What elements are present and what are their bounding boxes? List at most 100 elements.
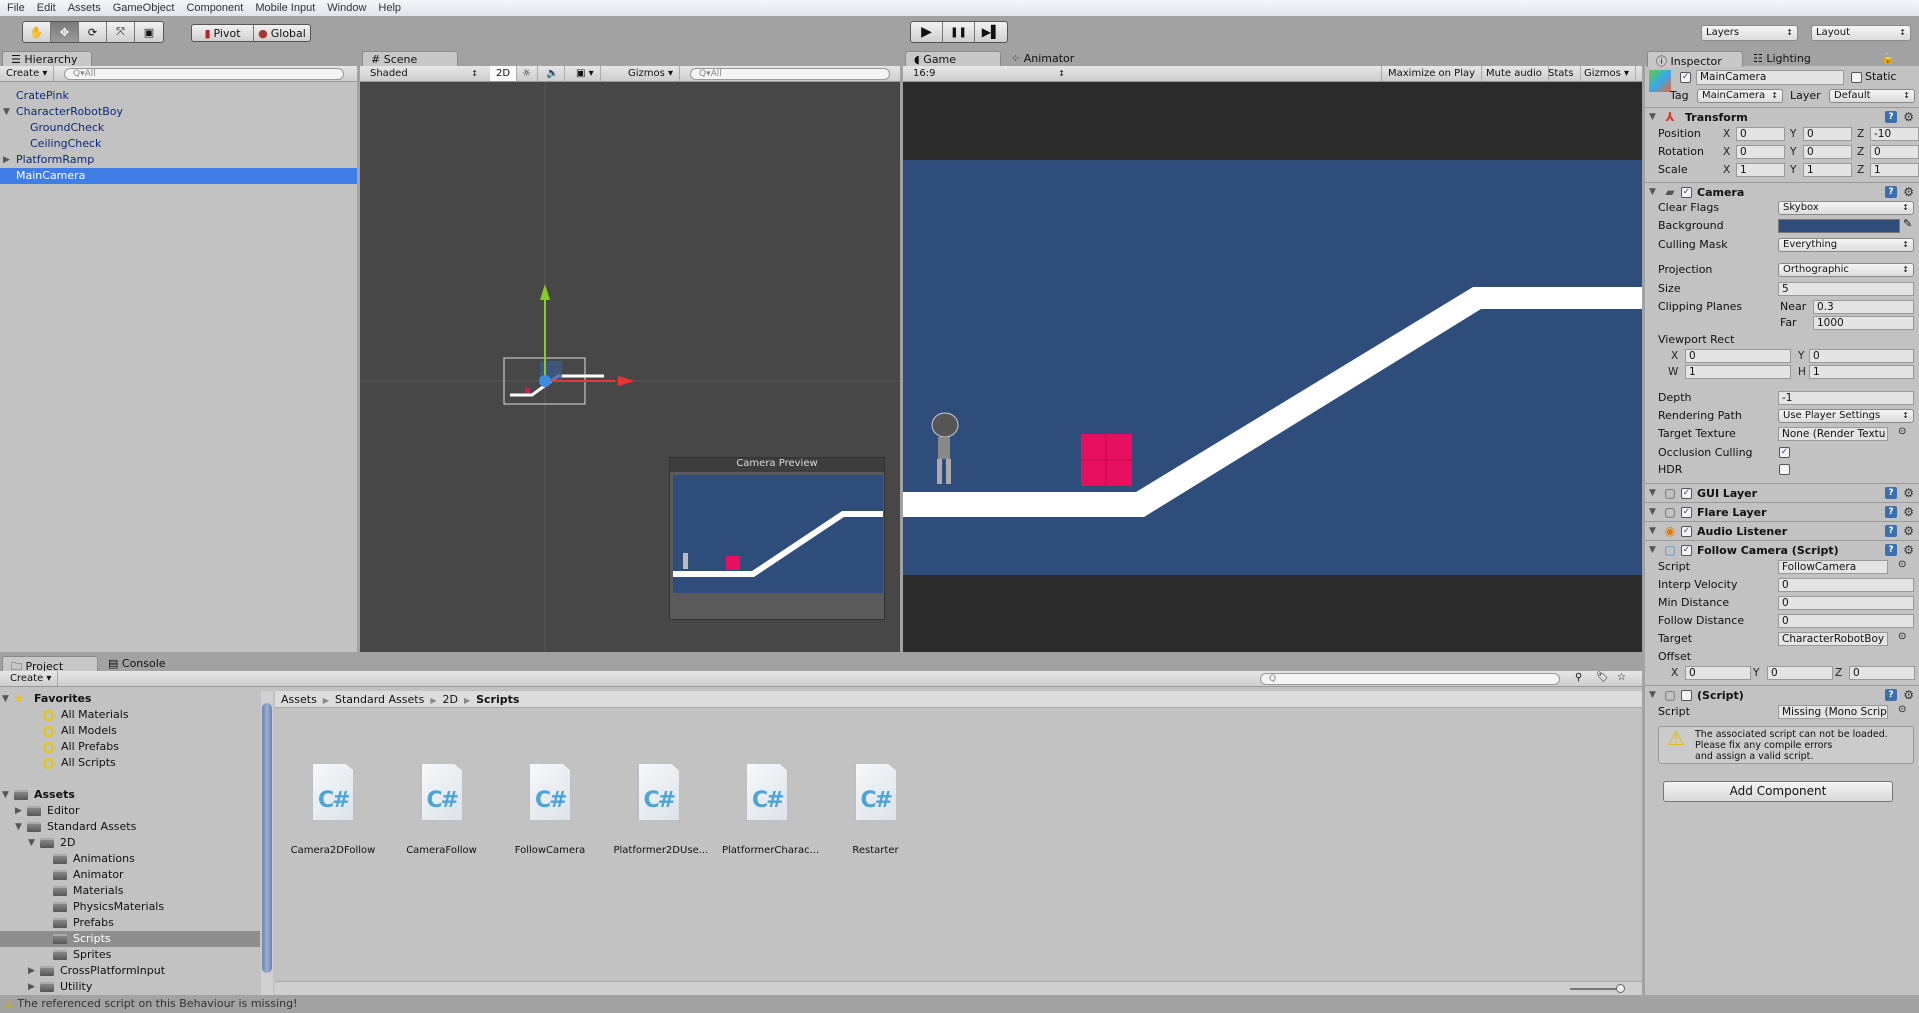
help-icon[interactable]: ? [1885, 544, 1897, 556]
object-picker-icon[interactable]: ⊙ [1898, 559, 1906, 570]
missing-script-field[interactable]: Missing (Mono Script [1778, 705, 1888, 719]
project-tree-item[interactable]: Scripts [0, 931, 260, 947]
foldout-arrow-icon[interactable]: ▼ [1649, 183, 1656, 202]
tab-game[interactable]: ◖ Game [905, 51, 1001, 67]
filter-by-type-icon[interactable]: ⚲ [1575, 672, 1582, 683]
eyedropper-icon[interactable]: ✎ [1903, 217, 1912, 230]
component-follow-camera[interactable]: ▼ ▢ ✓ Follow Camera (Script)? ⚙ [1645, 540, 1919, 559]
menu-gameobject[interactable]: GameObject [113, 2, 175, 14]
viewport-h-field[interactable]: 1 [1809, 365, 1914, 379]
script-asset[interactable]: C# Camera2DFollow [288, 763, 378, 856]
stats-toggle[interactable]: Stats [1542, 66, 1581, 81]
help-icon[interactable]: ? [1885, 111, 1897, 123]
project-tree-item[interactable]: Animator [0, 867, 260, 883]
collapsed-arrow-icon[interactable]: ▶ [3, 152, 10, 168]
gear-icon[interactable]: ⚙ [1903, 183, 1914, 202]
expanded-arrow-icon[interactable]: ▼ [3, 104, 10, 120]
foldout-arrow-icon[interactable]: ▼ [1649, 686, 1656, 705]
occlusion-culling-checkbox[interactable]: ✓ [1779, 447, 1790, 458]
gizmos-dropdown[interactable]: Gizmos ▾ [622, 66, 681, 81]
script-asset[interactable]: C# Platformer2DUse... [614, 763, 708, 856]
layers-dropdown[interactable]: Layers [1701, 25, 1798, 41]
shading-dropdown[interactable]: Shaded [364, 66, 482, 81]
expanded-arrow-icon[interactable]: ▼ [2, 691, 9, 707]
gear-icon[interactable]: ⚙ [1903, 522, 1914, 541]
transform-y-field[interactable]: 0 [1803, 145, 1852, 159]
enabled-checkbox[interactable]: ✓ [1681, 488, 1692, 499]
effects-toggle-icon[interactable]: ▣ ▾ [570, 66, 601, 81]
expanded-arrow-icon[interactable]: ▼ [15, 819, 22, 835]
object-picker-icon[interactable]: ⊙ [1898, 631, 1906, 642]
transform-z-field[interactable]: -10 [1870, 127, 1919, 141]
scale-tool-button[interactable]: ⤧ [107, 22, 135, 42]
transform-z-field[interactable]: 1 [1870, 163, 1919, 177]
aspect-dropdown[interactable]: 16:9 [907, 66, 1069, 81]
transform-x-field[interactable]: 0 [1736, 145, 1785, 159]
depth-field[interactable]: -1 [1778, 391, 1914, 405]
move-tool-button[interactable]: ✥ [51, 22, 79, 42]
scene-search-input[interactable]: Q▾All [690, 68, 890, 80]
object-picker-icon[interactable]: ⊙ [1898, 426, 1906, 437]
project-tree-item[interactable]: ▶ Utility [0, 979, 260, 995]
culling-mask-dropdown[interactable]: Everything [1778, 238, 1914, 252]
help-icon[interactable]: ? [1885, 506, 1897, 518]
help-icon[interactable]: ? [1885, 186, 1897, 198]
near-field[interactable]: 0.3 [1813, 300, 1914, 314]
mute-audio-toggle[interactable]: Mute audio [1480, 66, 1549, 81]
enabled-checkbox[interactable] [1681, 690, 1692, 701]
tab-animator[interactable]: ⁘ Animator [1003, 51, 1093, 67]
viewport-y-field[interactable]: 0 [1809, 349, 1914, 363]
project-tree-item[interactable]: ▶ CrossPlatformInput [0, 963, 260, 979]
hdr-checkbox[interactable] [1779, 464, 1790, 475]
menu-mobile-input[interactable]: Mobile Input [255, 2, 315, 14]
project-tree-item[interactable]: ▼ Standard Assets [0, 819, 260, 835]
enabled-checkbox[interactable]: ✓ [1681, 545, 1692, 556]
status-bar[interactable]: ⚠ The referenced script on this Behaviou… [0, 995, 1919, 1013]
project-tree-item[interactable]: ▼ ★ Favorites [0, 691, 260, 707]
hierarchy-item[interactable]: GroundCheck [0, 120, 357, 136]
transform-y-field[interactable]: 0 [1803, 127, 1852, 141]
breadcrumb-item[interactable]: Standard Assets [335, 693, 424, 706]
hierarchy-item[interactable]: ▶ PlatformRamp [0, 152, 357, 168]
transform-x-field[interactable]: 1 [1736, 163, 1785, 177]
interp-velocity-field[interactable]: 0 [1778, 578, 1914, 592]
viewport-x-field[interactable]: 0 [1685, 349, 1791, 363]
icon-size-slider-handle[interactable] [1616, 984, 1625, 993]
project-tree-item[interactable]: ▼ Assets [0, 787, 260, 803]
project-search-input[interactable]: Q [1260, 673, 1560, 685]
play-button[interactable]: ▶ [911, 22, 943, 42]
pivot-button[interactable]: ▮ Pivot [192, 25, 254, 41]
offset-y-field[interactable]: 0 [1767, 666, 1833, 680]
tab-scene[interactable]: # Scene [362, 51, 458, 67]
gear-icon[interactable]: ⚙ [1903, 503, 1914, 522]
clear-flags-dropdown[interactable]: Skybox [1778, 201, 1914, 215]
project-tree-item[interactable]: Sprites [0, 947, 260, 963]
expanded-arrow-icon[interactable]: ▼ [28, 835, 35, 851]
project-tree-item[interactable]: Materials [0, 883, 260, 899]
pause-button[interactable]: ❚❚ [943, 22, 975, 42]
script-asset[interactable]: C# PlatformerCharac... [722, 763, 819, 856]
transform-z-field[interactable]: 0 [1870, 145, 1919, 159]
audio-toggle-icon[interactable]: 🔈 [540, 66, 566, 81]
project-tree-item[interactable]: All Materials [0, 707, 260, 723]
collapsed-arrow-icon[interactable]: ▶ [15, 803, 22, 819]
help-icon[interactable]: ? [1885, 487, 1897, 499]
hierarchy-item[interactable]: MainCamera [0, 168, 357, 184]
layout-dropdown[interactable]: Layout [1811, 25, 1911, 41]
breadcrumb-item[interactable]: Scripts [476, 693, 519, 706]
project-tree-item[interactable]: ▶ Editor [0, 803, 260, 819]
offset-x-field[interactable]: 0 [1685, 666, 1751, 680]
component-audio-listener[interactable]: ▼ ◉ ✓ Audio Listener? ⚙ [1645, 521, 1919, 540]
project-tree-item[interactable]: PhysicsMaterials [0, 899, 260, 915]
object-picker-icon[interactable]: ⊙ [1898, 704, 1906, 715]
scrollbar-thumb[interactable] [262, 703, 272, 973]
favorite-star-icon[interactable]: ☆ [1617, 672, 1626, 683]
hierarchy-search-input[interactable]: Q▾All [64, 68, 344, 80]
foldout-arrow-icon[interactable]: ▼ [1649, 484, 1656, 503]
hierarchy-item[interactable]: CratePink [0, 88, 357, 104]
foldout-arrow-icon[interactable]: ▼ [1649, 522, 1656, 541]
project-tree-item[interactable]: ▼ 2D [0, 835, 260, 851]
offset-z-field[interactable]: 0 [1849, 666, 1915, 680]
foldout-arrow-icon[interactable]: ▼ [1649, 503, 1656, 522]
script-asset[interactable]: C# Restarter [831, 763, 921, 856]
